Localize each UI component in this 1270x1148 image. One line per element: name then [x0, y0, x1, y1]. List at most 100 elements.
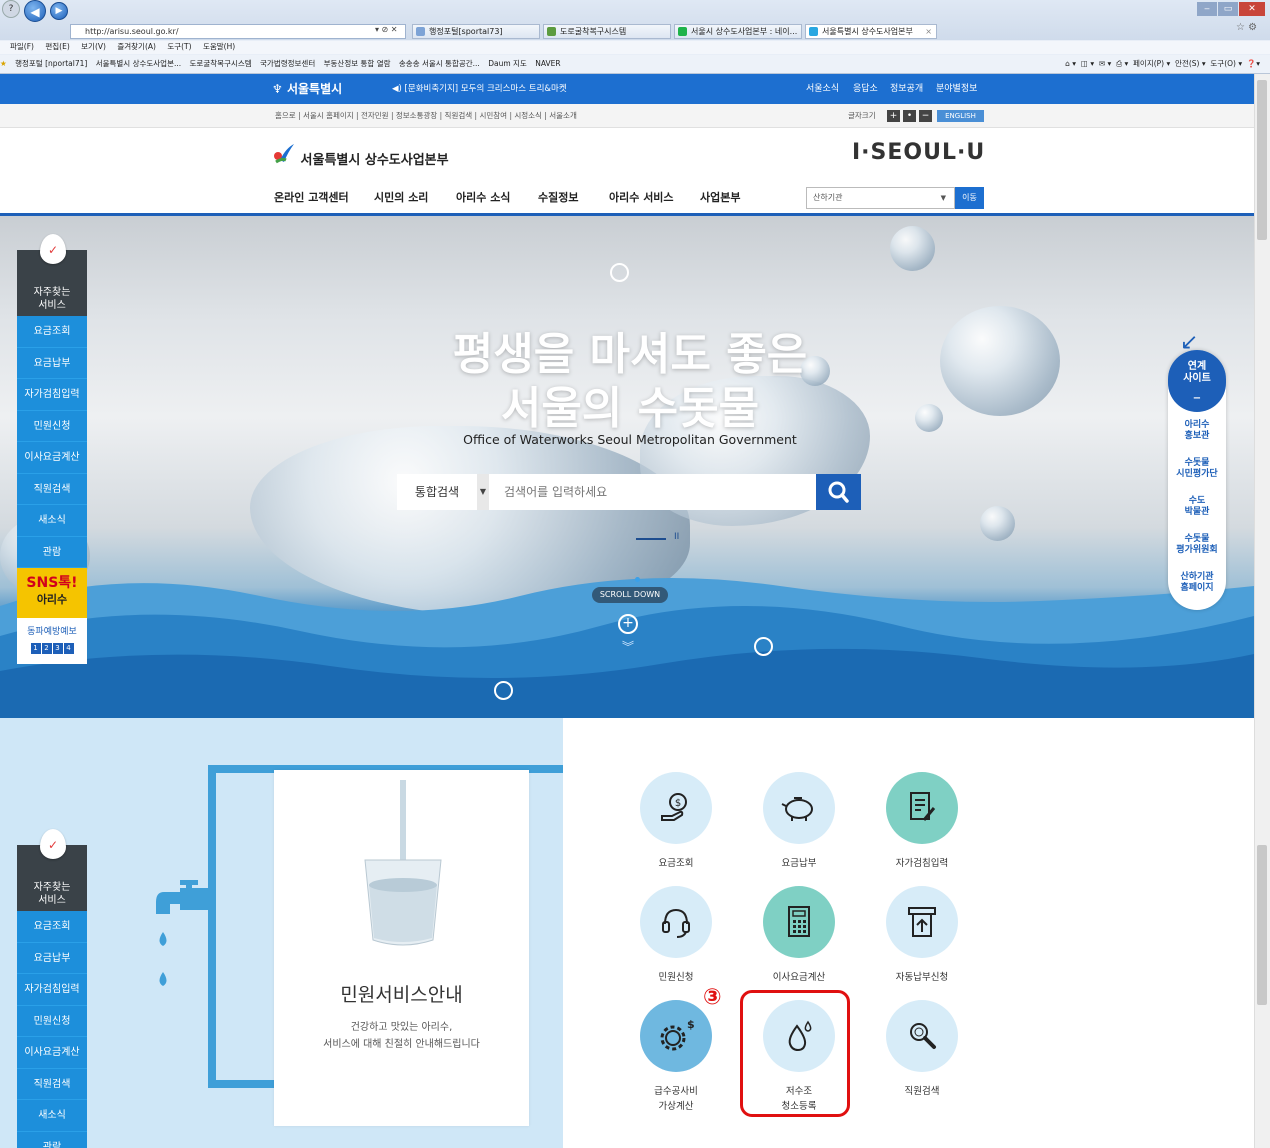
nav-citizen-voice[interactable]: 시민의 소리 [374, 180, 428, 216]
english-button[interactable]: ENGLISH [937, 110, 984, 122]
service-auto-pay[interactable]: 자동납부신청 [867, 886, 977, 985]
font-reset-button[interactable]: • [903, 110, 916, 122]
close-window-button[interactable]: ✕ [1239, 2, 1265, 16]
menu-view[interactable]: 보기(V) [81, 42, 106, 51]
scrollbar-thumb[interactable] [1257, 845, 1267, 1005]
affiliate-select[interactable]: 산하기관 ▼ [806, 187, 955, 209]
mail-icon[interactable]: ✉ ▾ [1099, 59, 1111, 68]
address-bar[interactable]: http://arisu.seoul.go.kr/ [70, 24, 406, 39]
fav-item[interactable]: 도로굴착복구시스템 [190, 55, 252, 72]
quick-fee-payment[interactable]: 요금납부 [17, 942, 87, 974]
service-construction-cost[interactable]: $ 급수공사비 가상계산 [621, 1000, 731, 1114]
nav-arisu-news[interactable]: 아리수 소식 [456, 180, 510, 216]
minimize-button[interactable]: ‒ [1197, 2, 1217, 16]
cmd-page[interactable]: 페이지(P) ▾ [1133, 59, 1170, 68]
slide-pause-button[interactable]: II [674, 532, 679, 542]
service-moving-fee[interactable]: 이사요금계산 [744, 886, 854, 985]
chevron-down-icon[interactable]: ▼ [477, 474, 489, 510]
fav-item[interactable]: 송송송 서울시 통합공간... [399, 55, 480, 72]
tab-road[interactable]: 도로굴착복구시스템 [543, 24, 671, 39]
quick-news[interactable]: 새소식 [17, 505, 87, 537]
fav-item[interactable]: Daum 지도 [488, 55, 527, 72]
quick-moving-fee[interactable]: 이사요금계산 [17, 442, 87, 474]
forward-button[interactable]: ▶ [50, 2, 68, 20]
quick-fee-payment[interactable]: 요금납부 [17, 347, 87, 379]
tab-naver[interactable]: 서울시 상수도사업본부 : 네이... [674, 24, 802, 39]
help-icon[interactable]: ? [2, 0, 20, 18]
quick-staff-search[interactable]: 직원검색 [17, 473, 87, 505]
scroll-down-icon[interactable]: + [618, 614, 638, 634]
affiliate-go-button[interactable]: 이동 [955, 187, 984, 209]
quick-tour[interactable]: 관람 [17, 1131, 87, 1148]
service-fee-payment[interactable]: 요금납부 [744, 772, 854, 871]
quick-news[interactable]: 새소식 [17, 1100, 87, 1132]
linked-evaluation-committee[interactable]: 수돗물 평가위원회 [1168, 534, 1226, 556]
service-staff-search[interactable]: 직원검색 [867, 1000, 977, 1099]
quick-self-reading[interactable]: 자가검침입력 [17, 379, 87, 411]
fav-item[interactable]: 국가법령정보센터 [260, 55, 315, 72]
maximize-button[interactable]: ▭ [1218, 2, 1238, 16]
service-fee-inquiry[interactable]: $ 요금조회 [621, 772, 731, 871]
search-category-select[interactable]: 통합검색 [397, 474, 477, 510]
back-button[interactable]: ◀ [24, 0, 46, 22]
slide-indicator[interactable] [636, 538, 666, 540]
scrollbar-thumb[interactable] [1257, 80, 1267, 240]
collapse-icon[interactable]: − [1168, 393, 1226, 405]
service-civil-request[interactable]: 민원신청 [621, 886, 731, 985]
quick-fee-inquiry[interactable]: 요금조회 [17, 911, 87, 943]
cmd-safety[interactable]: 안전(S) ▾ [1175, 59, 1206, 68]
fav-item[interactable]: NAVER [535, 55, 560, 72]
notice-ticker[interactable]: ◀) [문화비축기지] 모두의 크리스마스 트리&마켓 [392, 74, 567, 104]
pager-2[interactable]: 2 [41, 643, 52, 654]
tab-portal[interactable]: 행정포털[sportal73] [412, 24, 540, 39]
linked-affiliates[interactable]: 산하기관 홈페이지 [1168, 572, 1226, 594]
fav-item[interactable]: 부동산정보 통합 열람 [324, 55, 391, 72]
quick-staff-search[interactable]: 직원검색 [17, 1068, 87, 1100]
menu-help[interactable]: 도움말(H) [203, 42, 235, 51]
linked-citizen-evaluators[interactable]: 수돗물 시민평가단 [1168, 458, 1226, 480]
tab-arisu[interactable]: 서울특별시 상수도사업본부 × [805, 24, 937, 39]
menu-favorites[interactable]: 즐겨찾기(A) [117, 42, 156, 51]
service-self-reading[interactable]: 자가검침입력 [867, 772, 977, 871]
quick-tour[interactable]: 관람 [17, 536, 87, 568]
home-icon[interactable]: ⌂ ▾ [1065, 59, 1076, 68]
favorites-star-icon[interactable]: ☆ ⚙ [1236, 22, 1257, 33]
cmd-tools[interactable]: 도구(O) ▾ [1210, 59, 1242, 68]
menu-edit[interactable]: 편집(E) [45, 42, 69, 51]
favorites-icon[interactable]: ★ [0, 55, 7, 72]
help-icon[interactable]: ❓▾ [1247, 59, 1260, 68]
top-link[interactable]: 정보공개 [890, 74, 923, 104]
utility-links[interactable]: 홈으로 | 서울시 홈페이지 | 전자민원 | 정보소통광장 | 직원검색 | … [275, 104, 577, 128]
address-controls[interactable]: ▾ ⊘ ✕ [375, 25, 398, 34]
pager-3[interactable]: 3 [52, 643, 63, 654]
seoul-logo[interactable]: ♆ 서울특별시 [272, 74, 342, 104]
org-logo[interactable]: 서울특별시 상수도사업본부 [272, 142, 449, 168]
top-link[interactable]: 응답소 [853, 74, 878, 104]
tab-close-icon[interactable]: × [925, 25, 932, 38]
font-decrease-button[interactable]: − [919, 110, 932, 122]
quick-civil-request[interactable]: 민원신청 [17, 410, 87, 442]
search-input[interactable] [490, 474, 816, 510]
pager-4[interactable]: 4 [63, 643, 74, 654]
pager-1[interactable]: 1 [30, 643, 41, 654]
print-icon[interactable]: ⎙ ▾ [1116, 59, 1128, 68]
linked-pr-hall[interactable]: 아리수 홍보관 [1168, 420, 1226, 442]
search-button[interactable] [816, 474, 861, 510]
scroll-down-label[interactable]: SCROLL DOWN [592, 587, 668, 603]
fav-item[interactable]: 서울특별시 상수도사업본... [96, 55, 181, 72]
sns-talk-banner[interactable]: SNS톡! 아리수 [17, 568, 87, 618]
quick-fee-inquiry[interactable]: 요금조회 [17, 316, 87, 348]
linked-museum[interactable]: 수도 박물관 [1168, 496, 1226, 518]
freeze-forecast[interactable]: 동파예방예보 1234 [17, 618, 87, 664]
top-link[interactable]: 서울소식 [806, 74, 839, 104]
feeds-icon[interactable]: ◫ ▾ [1081, 59, 1094, 68]
fav-item[interactable]: 행정포털 [nportal71] [15, 55, 87, 72]
menu-tools[interactable]: 도구(T) [167, 42, 191, 51]
quick-self-reading[interactable]: 자가검침입력 [17, 974, 87, 1006]
nav-arisu-service[interactable]: 아리수 서비스 [609, 180, 674, 216]
quick-civil-request[interactable]: 민원신청 [17, 1005, 87, 1037]
top-link[interactable]: 분야별정보 [936, 74, 977, 104]
i-seoul-u-logo[interactable]: I·SEOUL·U [852, 140, 985, 165]
menu-file[interactable]: 파일(F) [10, 42, 34, 51]
nav-headquarters[interactable]: 사업본부 [700, 180, 740, 216]
